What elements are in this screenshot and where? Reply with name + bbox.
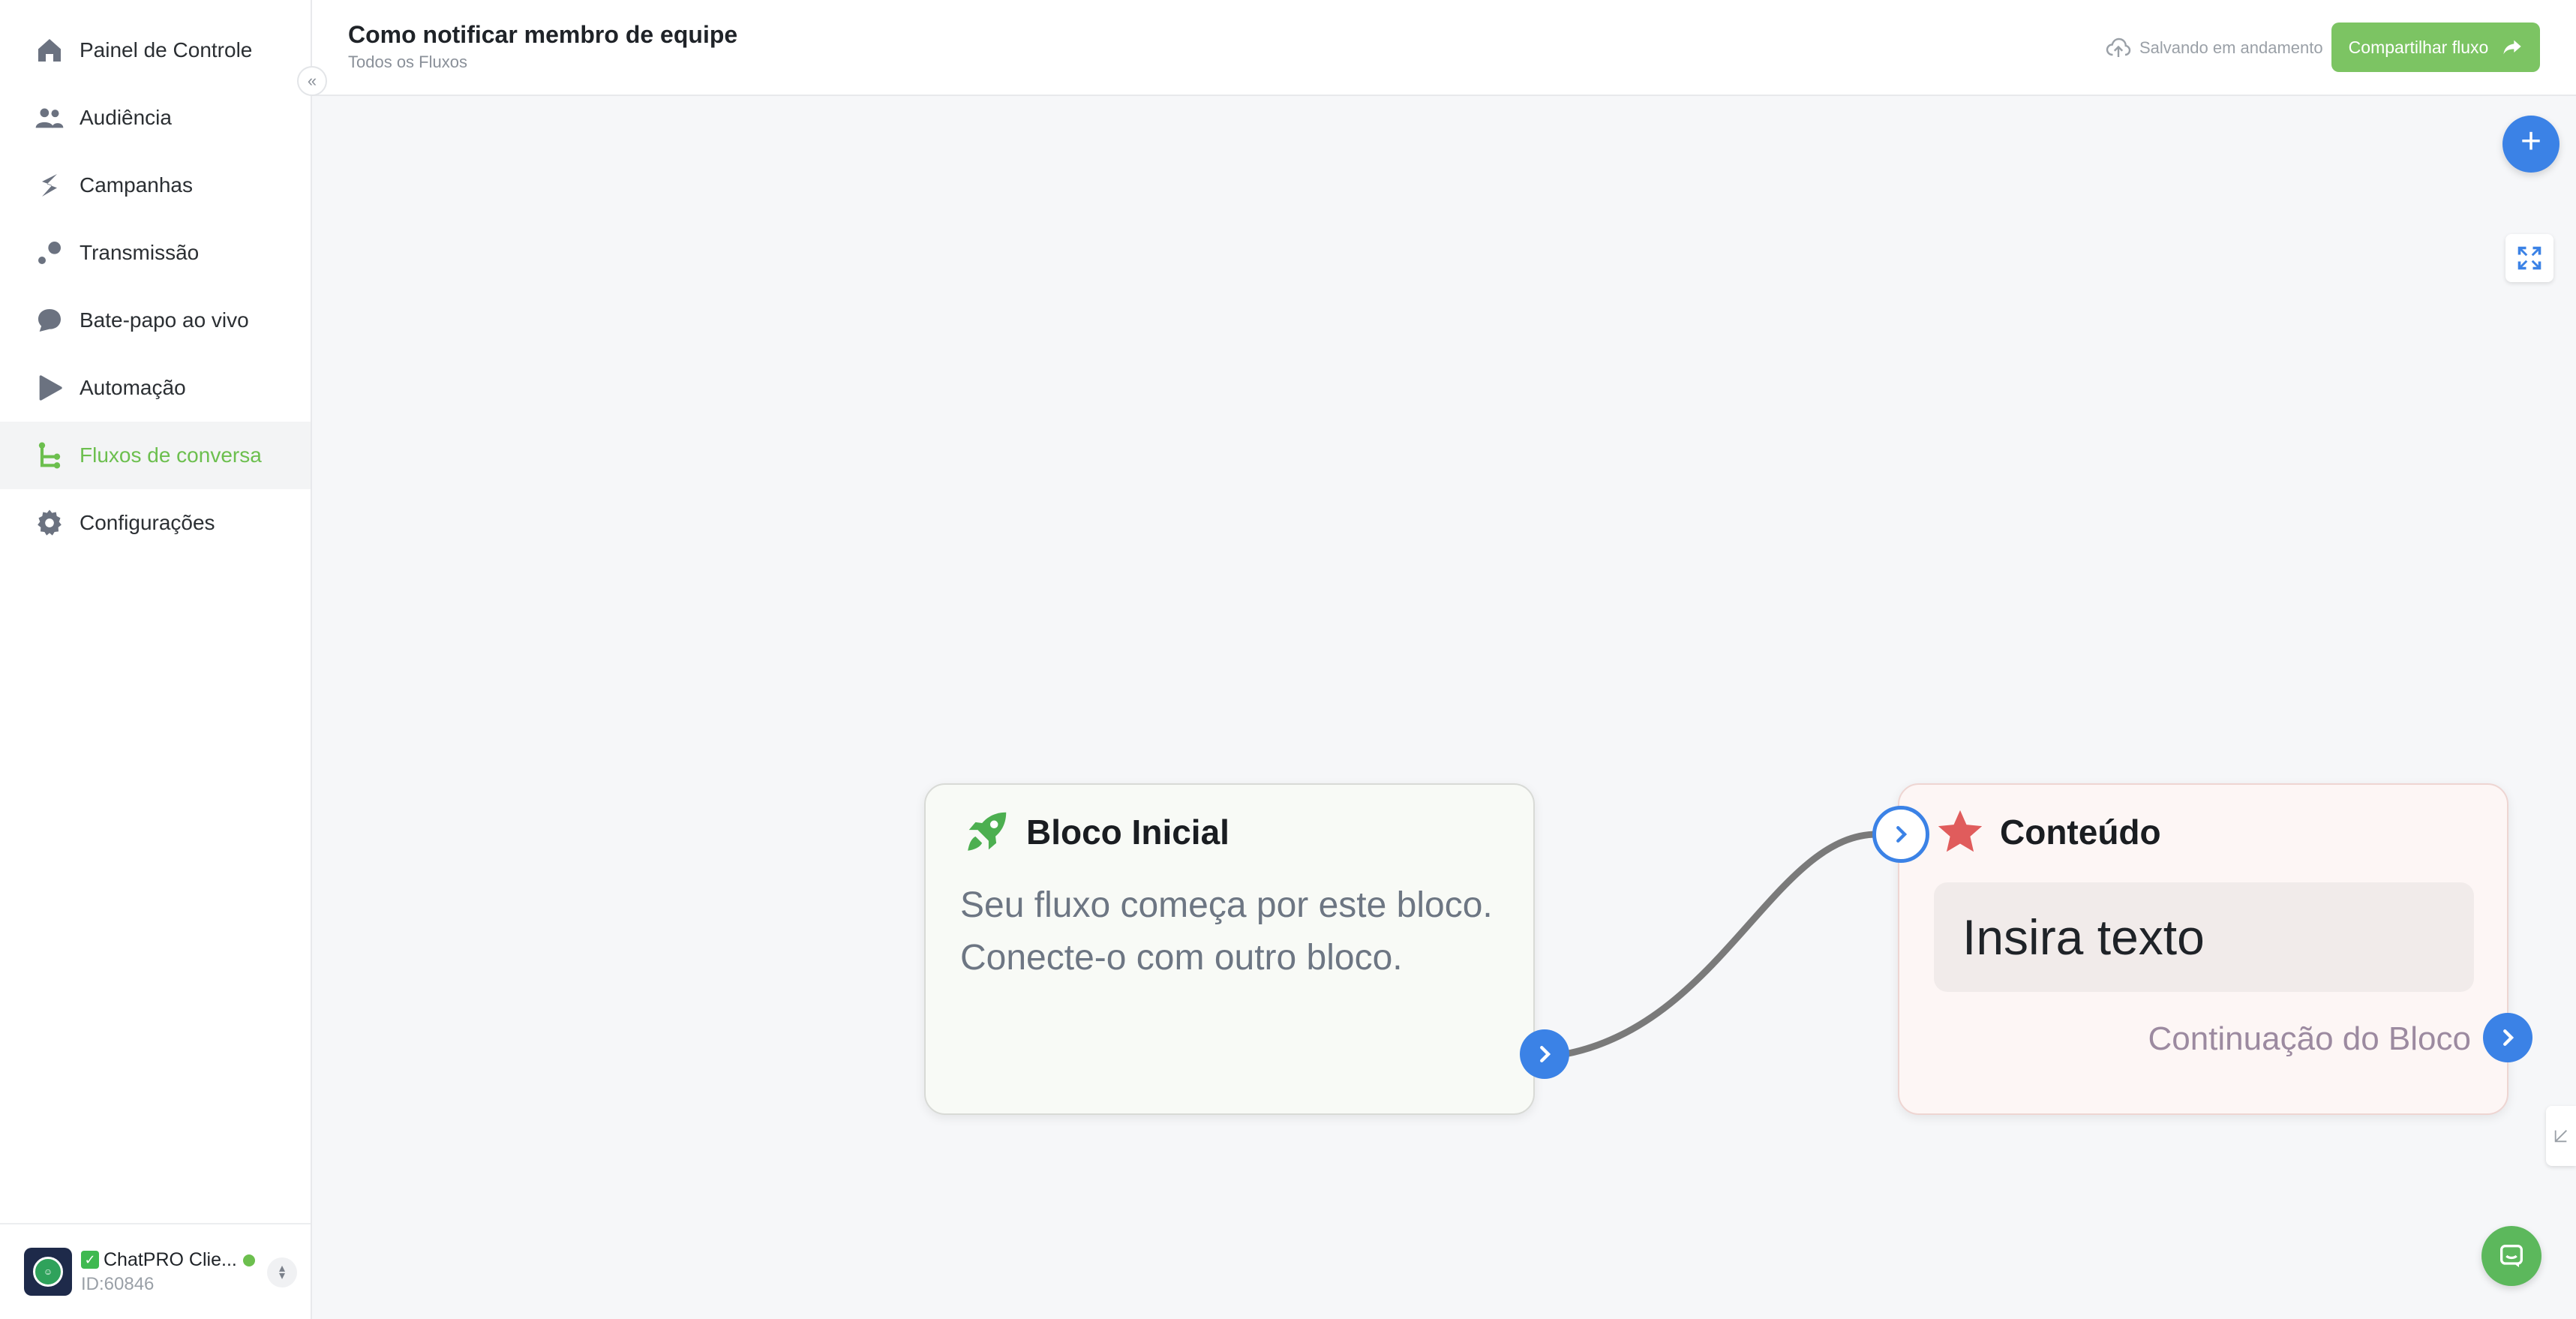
- sidebar-item-label: Transmissão: [80, 241, 200, 264]
- check-icon: ✓: [81, 1251, 99, 1269]
- chevron-right-icon: [1896, 826, 1908, 843]
- start-block-header: Bloco Inicial: [960, 806, 1229, 858]
- content-block-output-port[interactable]: [2483, 1013, 2532, 1062]
- save-status-text: Salvando em andamento: [2139, 38, 2323, 57]
- campaign-icon: [33, 169, 66, 202]
- star-icon: [1938, 810, 1983, 852]
- collapse-sidebar-button[interactable]: «: [297, 66, 327, 96]
- minimap-toggle[interactable]: [2546, 1106, 2576, 1166]
- chat-bubble-icon: [33, 304, 66, 337]
- share-arrow-icon: [2503, 40, 2521, 55]
- save-status: Salvando em andamento: [2105, 35, 2323, 62]
- start-block-title: Bloco Inicial: [1026, 813, 1229, 852]
- content-block-input-port[interactable]: [1872, 806, 1929, 863]
- start-block-description: Seu fluxo começa por este bloco. Conecte…: [960, 885, 1493, 978]
- flow-icon: [33, 439, 66, 472]
- online-status-dot: [243, 1254, 255, 1266]
- automation-icon: [33, 371, 66, 404]
- start-block[interactable]: Bloco Inicial Seu fluxo começa por este …: [924, 783, 1535, 1115]
- header: Como notificar membro de equipe Todos os…: [312, 0, 2576, 96]
- sidebar-item-painel-de-controle[interactable]: Painel de Controle: [0, 17, 311, 84]
- sidebar-item-configuracoes[interactable]: Configurações: [0, 489, 311, 557]
- page-title: Como notificar membro de equipe: [348, 21, 738, 48]
- sidebar-item-label: Automação: [80, 376, 186, 399]
- account-switcher[interactable]: ☺ ✓ ChatPRO Clie... ID:60846 ▴ ▾: [0, 1223, 311, 1319]
- broadcast-icon: [33, 236, 66, 269]
- sidebar-item-label: Bate-papo ao vivo: [80, 308, 249, 332]
- breadcrumb[interactable]: Todos os Fluxos: [348, 53, 467, 72]
- sidebar: Painel de Controle Audiência Campanhas T…: [0, 0, 312, 1319]
- sidebar-item-label: Configurações: [80, 511, 215, 534]
- sidebar-item-label: Fluxos de conversa: [80, 443, 262, 467]
- gear-icon: [33, 506, 66, 539]
- content-block-header: Conteúdo: [1934, 806, 2161, 858]
- double-chevron-left-icon: «: [307, 71, 317, 90]
- home-icon: [33, 34, 66, 67]
- sidebar-item-campanhas[interactable]: Campanhas: [0, 152, 311, 219]
- content-block-title: Conteúdo: [2000, 813, 2161, 852]
- sidebar-item-transmissao[interactable]: Transmissão: [0, 219, 311, 287]
- content-block[interactable]: Conteúdo Insira texto Continuação do Blo…: [1898, 783, 2508, 1115]
- rocket-icon: [968, 812, 1007, 851]
- sidebar-item-label: Campanhas: [80, 173, 193, 197]
- account-name: ✓ ChatPRO Clie...: [81, 1249, 237, 1271]
- expand-icon: [2517, 246, 2541, 270]
- avatar: ☺: [24, 1248, 72, 1296]
- start-block-output-port[interactable]: [1520, 1029, 1569, 1079]
- chevron-up-down-icon[interactable]: ▴ ▾: [267, 1257, 297, 1287]
- users-icon: [33, 101, 66, 134]
- account-info: ✓ ChatPRO Clie... ID:60846: [81, 1249, 237, 1295]
- sidebar-nav: Painel de Controle Audiência Campanhas T…: [0, 17, 311, 557]
- account-id: ID:60846: [81, 1273, 155, 1294]
- share-flow-label: Compartilhar fluxo: [2348, 37, 2489, 57]
- sidebar-item-label: Painel de Controle: [80, 38, 253, 62]
- account-name-text: ChatPRO Clie...: [104, 1248, 237, 1270]
- text-message-field[interactable]: Insira texto: [1934, 882, 2474, 992]
- sidebar-item-audiencia[interactable]: Audiência: [0, 84, 311, 152]
- fullscreen-button[interactable]: [2505, 234, 2553, 282]
- chat-icon: [2500, 1245, 2523, 1267]
- chevron-right-icon: [1540, 1046, 1551, 1062]
- share-flow-button[interactable]: Compartilhar fluxo: [2331, 23, 2540, 72]
- continue-block-label: Continuação do Bloco: [2148, 1020, 2471, 1057]
- block-connector: [1561, 831, 1882, 1058]
- sidebar-item-label: Audiência: [80, 106, 172, 129]
- cloud-upload-icon: [2106, 38, 2131, 57]
- add-block-button[interactable]: +: [2502, 116, 2559, 173]
- plus-icon: +: [2520, 122, 2542, 161]
- sidebar-item-fluxos-de-conversa[interactable]: Fluxos de conversa: [0, 422, 311, 489]
- minimap-icon: [2554, 1130, 2567, 1143]
- chevron-right-icon: [2503, 1029, 2514, 1046]
- support-chat-button[interactable]: [2481, 1226, 2541, 1286]
- sidebar-item-bate-papo[interactable]: Bate-papo ao vivo: [0, 287, 311, 354]
- chatpro-logo-icon: ☺: [33, 1257, 63, 1287]
- sidebar-item-automacao[interactable]: Automação: [0, 354, 311, 422]
- flow-canvas[interactable]: + Bloco Inicial Seu fluxo começa por est…: [312, 98, 2576, 1319]
